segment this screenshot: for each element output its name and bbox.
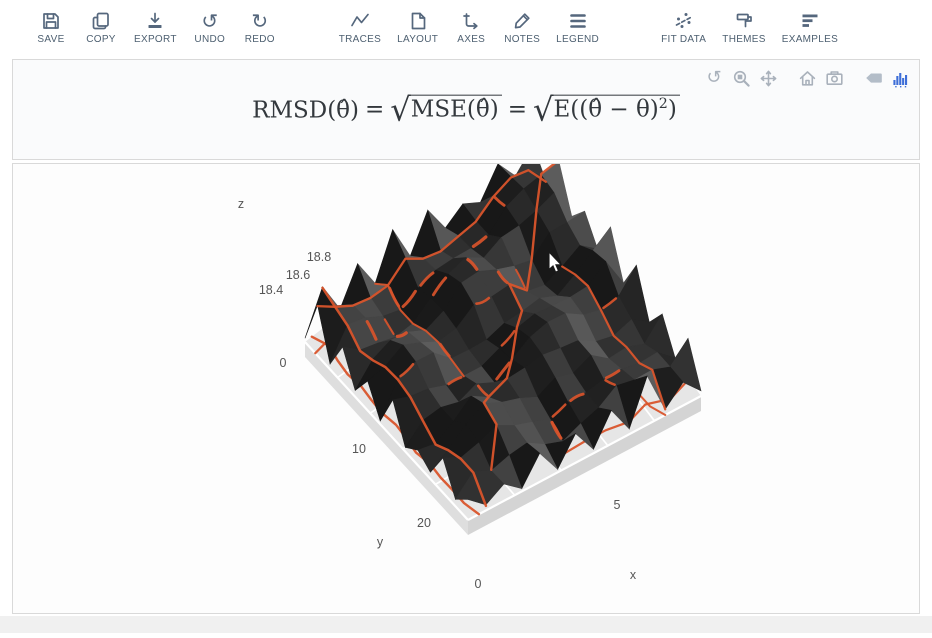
export-download-icon [144, 9, 166, 32]
surface-plot-canvas[interactable]: z 18.8 18.6 18.4 0 10 20 y 5 0 x [13, 164, 919, 613]
annotation-panel: RMSD(θ̂) = √MSE(θ̂) = √E((θ̂ − θ)2) ↺ [12, 59, 920, 160]
radical-sign: √ [390, 90, 411, 129]
layout-button[interactable]: LAYOUT [397, 9, 438, 45]
axes-button[interactable]: AXES [454, 9, 488, 45]
z-axis-title: z [238, 197, 244, 211]
toolbar-group-file: SAVE COPY EXPORT ↺ UNDO ↻ REDO [34, 8, 293, 46]
save-icon [40, 9, 62, 32]
plot-panel: z 18.8 18.6 18.4 0 10 20 y 5 0 x [12, 163, 920, 614]
x-axis-title: x [630, 568, 637, 582]
themes-button[interactable]: THEMES [722, 9, 765, 45]
themes-paint-roller-icon [733, 9, 755, 32]
legend-button[interactable]: LEGEND [556, 9, 599, 45]
radicand-expectation: E((θ̂ − θ)2) [551, 94, 680, 123]
z-tick-18-8: 18.8 [307, 250, 331, 264]
redo-button[interactable]: ↻ REDO [243, 8, 277, 46]
formula-equals: = [365, 96, 385, 123]
x-tick-0: 0 [475, 577, 482, 591]
chart-title-annotation[interactable]: RMSD(θ̂) = √MSE(θ̂) = √E((θ̂ − θ)2) [13, 94, 919, 126]
z-tick-18-4: 18.4 [259, 283, 283, 297]
formula-sqrt-2: √E((θ̂ − θ)2) [533, 94, 680, 126]
legend-lines-icon [567, 9, 589, 32]
layout-page-icon [407, 9, 429, 32]
page-background-strip [0, 616, 932, 633]
y-tick-20: 20 [417, 516, 431, 530]
z-tick-18-6: 18.6 [286, 268, 310, 282]
main-toolbar: SAVE COPY EXPORT ↺ UNDO ↻ REDO TRACES LA… [0, 0, 932, 59]
home-view-icon[interactable] [797, 68, 817, 88]
copy-icon [90, 9, 112, 32]
save-button[interactable]: SAVE [34, 9, 68, 45]
surface-3d-scene [304, 164, 702, 535]
plotly-logo-icon[interactable] [890, 68, 910, 88]
notes-pencil-icon [511, 9, 533, 32]
y-axis-title: y [377, 535, 384, 549]
traces-zigzag-icon [349, 9, 371, 32]
pan-3d-icon[interactable] [758, 68, 778, 88]
examples-button[interactable]: EXAMPLES [782, 9, 838, 45]
toolbar-group-tools: FIT DATA THEMES EXAMPLES [661, 9, 854, 45]
formula-equals-2: = [507, 96, 527, 123]
zoom-3d-icon[interactable] [731, 68, 751, 88]
fit-data-icon [673, 9, 695, 32]
formula-lhs: RMSD(θ̂) [252, 96, 359, 123]
copy-button[interactable]: COPY [84, 9, 118, 45]
export-button[interactable]: EXPORT [134, 9, 177, 45]
formula-sqrt-1: √MSE(θ̂) [390, 94, 502, 126]
y-tick-10: 10 [352, 442, 366, 456]
x-tick-5: 5 [614, 498, 621, 512]
traces-button[interactable]: TRACES [339, 9, 381, 45]
axes-icon [460, 9, 482, 32]
notes-button[interactable]: NOTES [504, 9, 540, 45]
y-tick-0: 0 [280, 356, 287, 370]
reset-camera-icon[interactable]: ↺ [704, 68, 724, 88]
radicand-mse: MSE(θ̂) [408, 94, 502, 123]
undo-button[interactable]: ↺ UNDO [193, 8, 227, 46]
undo-icon: ↺ [201, 8, 219, 33]
camera-snapshot-icon[interactable] [824, 68, 844, 88]
redo-icon: ↻ [251, 8, 269, 33]
examples-bars-icon [799, 9, 821, 32]
plot-modebar: ↺ [704, 68, 910, 88]
toolbar-group-edit: TRACES LAYOUT AXES NOTES LEGEND [339, 9, 615, 45]
radical-sign: √ [532, 90, 554, 129]
fit-data-button[interactable]: FIT DATA [661, 9, 706, 45]
edit-tag-icon[interactable] [863, 68, 883, 88]
